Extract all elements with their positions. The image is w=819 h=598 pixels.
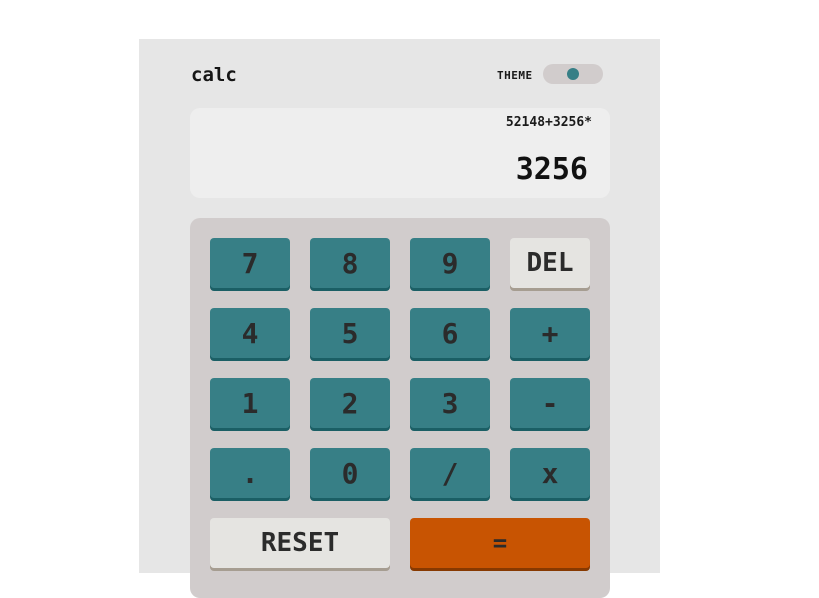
theme-toggle-knob[interactable] <box>567 68 579 80</box>
key-4[interactable]: 4 <box>210 308 290 358</box>
header: calc THEME <box>191 63 603 87</box>
key-7[interactable]: 7 <box>210 238 290 288</box>
key-5[interactable]: 5 <box>310 308 390 358</box>
key-6[interactable]: 6 <box>410 308 490 358</box>
key-minus[interactable]: - <box>510 378 590 428</box>
expression-display: 52148+3256* <box>505 115 592 130</box>
equals-button[interactable]: = <box>410 518 590 568</box>
key-decimal[interactable]: . <box>210 448 290 498</box>
key-plus[interactable]: + <box>510 308 590 358</box>
result-display: 3256 <box>515 152 588 187</box>
app-logo: calc <box>191 64 237 86</box>
key-2[interactable]: 2 <box>310 378 390 428</box>
key-divide[interactable]: / <box>410 448 490 498</box>
delete-button[interactable]: DEL <box>510 238 590 288</box>
calculator-app: calc THEME 52148+3256* 3256 7 8 9 DEL 4 … <box>139 39 660 598</box>
key-8[interactable]: 8 <box>310 238 390 288</box>
display-screen: 52148+3256* 3256 <box>190 108 610 198</box>
reset-button[interactable]: RESET <box>210 518 390 568</box>
keypad: 7 8 9 DEL 4 5 6 + 1 2 3 - . 0 / x RESET … <box>190 218 610 598</box>
key-1[interactable]: 1 <box>210 378 290 428</box>
theme-toggle[interactable] <box>543 64 603 84</box>
theme-label: THEME <box>497 69 533 82</box>
key-multiply[interactable]: x <box>510 448 590 498</box>
key-0[interactable]: 0 <box>310 448 390 498</box>
key-9[interactable]: 9 <box>410 238 490 288</box>
key-3[interactable]: 3 <box>410 378 490 428</box>
